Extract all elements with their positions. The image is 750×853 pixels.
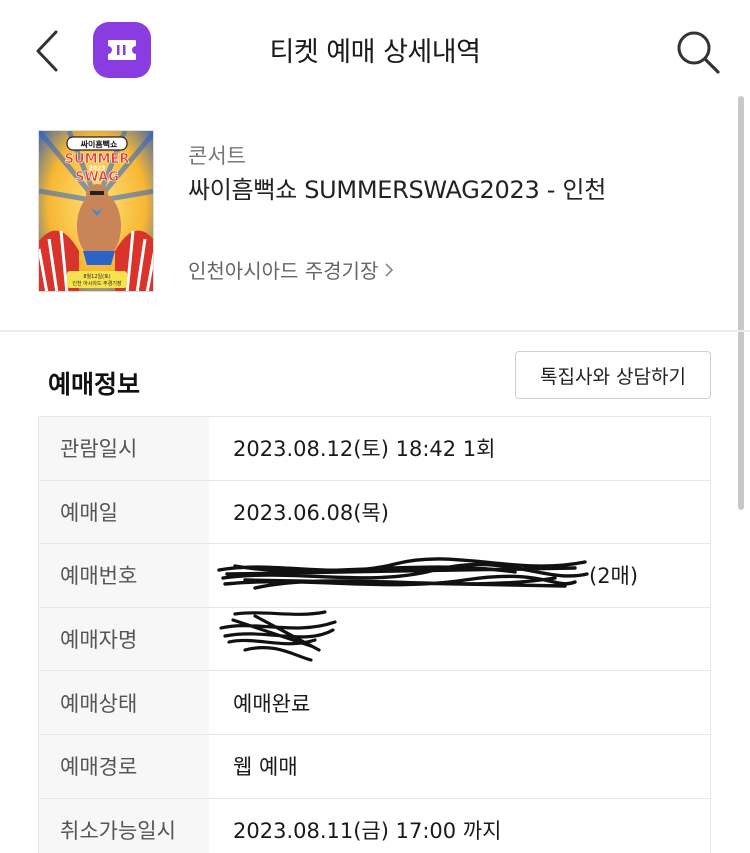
info-label: 취소가능일시 — [39, 798, 209, 853]
info-label: 예매경로 — [39, 734, 209, 798]
search-icon — [677, 31, 720, 74]
info-row-booking-number: 예매번호 (2매) — [39, 544, 710, 608]
info-value: (2매) — [589, 564, 639, 589]
info-label: 예매일 — [39, 480, 209, 544]
info-value: 2023.06.08(목) — [233, 500, 389, 525]
app-header: 티켓 예매 상세내역 — [0, 0, 750, 100]
poster-headline-2: SWAG — [75, 170, 119, 185]
poster-date-text: 8월12일(토) — [83, 273, 110, 280]
info-row-booking-channel: 예매경로 웹 예매 — [39, 734, 710, 799]
event-title[interactable]: 싸이흠뻑쇼 SUMMERSWAG2023 - 인천 — [188, 170, 606, 205]
info-row-viewing-date: 관람일시 2023.08.12(토) 18:42 1회 — [39, 417, 710, 481]
venue-link[interactable]: 인천아시아드 주경기장 — [188, 255, 394, 284]
chevron-right-icon — [384, 259, 394, 283]
event-poster[interactable]: 싸이흠뻑쇼 SUMMER 2023 SWAG 8월12일(토) 인천 아시아드 … — [38, 130, 154, 292]
venue-label: 인천아시아드 주경기장 — [188, 259, 379, 283]
redaction-scribble — [219, 610, 337, 662]
info-label: 예매상태 — [39, 671, 209, 734]
info-row-cancel-deadline: 취소가능일시 2023.08.11(금) 17:00 까지 — [39, 798, 710, 853]
section-title-reservation: 예매정보 — [48, 370, 141, 399]
info-row-booking-date: 예매일 2023.06.08(목) — [39, 480, 710, 545]
info-row-booking-status: 예매상태 예매완료 — [39, 671, 710, 735]
info-label: 관람일시 — [39, 417, 209, 480]
info-value: 예매완료 — [233, 691, 311, 716]
poster-image: 싸이흠뻑쇼 SUMMER 2023 SWAG 8월12일(토) 인천 아시아드 … — [39, 131, 153, 291]
info-label: 예매자명 — [39, 607, 209, 671]
event-summary: 싸이흠뻑쇼 SUMMER 2023 SWAG 8월12일(토) 인천 아시아드 … — [0, 100, 750, 332]
poster-venue-text: 인천 아시아드 주경기장 — [72, 280, 122, 287]
event-category: 콘서트 — [188, 144, 246, 168]
info-value: 2023.08.11(금) 17:00 까지 — [233, 818, 502, 843]
reservation-info-table: 관람일시 2023.08.12(토) 18:42 1회 예매일 2023.06.… — [38, 416, 711, 853]
search-button[interactable] — [672, 26, 724, 78]
info-value: 2023.08.12(토) 18:42 1회 — [233, 437, 496, 462]
consult-button[interactable]: 톡집사와 상담하기 — [515, 351, 711, 399]
redaction-scribble — [217, 557, 589, 590]
info-row-booker-name: 예매자명 — [39, 607, 710, 672]
page-title: 티켓 예매 상세내역 — [269, 37, 481, 68]
info-value: 웹 예매 — [233, 755, 298, 780]
poster-logo-text: 싸이흠뻑쇼 — [81, 139, 118, 149]
info-label: 예매번호 — [39, 544, 209, 607]
